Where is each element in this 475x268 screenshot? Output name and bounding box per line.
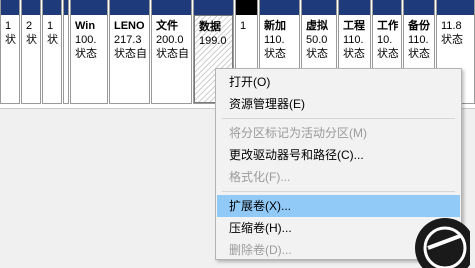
partition-info: 199.0 [199, 35, 227, 47]
partition-body: 文件 200.0 状态自 [152, 15, 191, 103]
partition-bar [339, 0, 370, 15]
partition-info: 1 [47, 20, 54, 32]
partition-title: 新加 [264, 20, 286, 32]
partition-info: 状态 [377, 48, 398, 60]
partition-bar [1, 0, 19, 15]
menu-item[interactable]: 格式化(F)... [217, 166, 460, 188]
partition-body: 2状 [22, 15, 40, 103]
menu-divider [222, 191, 455, 192]
partition-title: 数据 [199, 21, 221, 33]
partition-bar [43, 0, 61, 15]
partition-4[interactable]: Win 100. 状态 [70, 0, 108, 104]
partition-0[interactable]: 1状 [0, 0, 20, 104]
partition-info: 状 [5, 34, 16, 46]
partition-bar [260, 0, 299, 15]
partition-info: 100. [75, 34, 97, 46]
partition-info: 状态 [306, 48, 328, 60]
menu-item[interactable]: 将分区标记为活动分区(M) [217, 122, 460, 144]
partition-info: 状 [26, 34, 37, 46]
partition-info: 状 [47, 34, 58, 46]
partition-title: 虚拟 [306, 20, 328, 32]
partition-info: 110. [408, 34, 429, 46]
watermark-logo [415, 218, 470, 268]
partition-6[interactable]: 文件 200.0 状态自 [151, 0, 192, 104]
partition-bar [373, 0, 401, 15]
partition-info: 1 [5, 20, 12, 32]
partition-title: 工程 [343, 20, 365, 32]
partition-title: Win [75, 20, 96, 32]
menu-divider [222, 118, 455, 119]
partition-info: 状态 [75, 48, 97, 60]
partition-1[interactable]: 2状 [21, 0, 41, 104]
partition-2[interactable]: 1状 [42, 0, 62, 104]
partition-info: 状态 [408, 48, 430, 60]
partition-bar [22, 0, 40, 15]
partition-info: 11.8 [441, 20, 462, 32]
partition-info: 状态 [343, 48, 365, 60]
partition-info: 2 [26, 20, 33, 32]
partition-body: Win 100. 状态 [71, 15, 107, 103]
partition-info: 1 [240, 20, 247, 32]
partition-info: 状态 [441, 34, 463, 46]
partition-body: LENO 217.3 状态自 [110, 15, 149, 103]
partition-info: 110. [264, 34, 285, 46]
menu-item[interactable]: 更改驱动器号和路径(C)... [217, 144, 460, 166]
partition-bar [64, 0, 68, 15]
partition-info: 200.0 [156, 34, 184, 46]
partition-body: 1状 [43, 15, 61, 103]
partition-body: 1状 [64, 15, 68, 103]
menu-item[interactable]: 打开(O) [217, 71, 460, 93]
partition-bar [194, 0, 233, 15]
partition-info: 10. [377, 34, 393, 46]
partition-bar [404, 0, 434, 15]
partition-bar [302, 0, 336, 15]
partition-title: 工作 [377, 20, 398, 32]
partition-5[interactable]: LENO 217.3 状态自 [109, 0, 150, 104]
partition-bar [152, 0, 191, 15]
partition-info: 状态 [264, 48, 286, 60]
partition-bar [71, 0, 107, 15]
partition-info: 50.0 [306, 34, 328, 46]
partition-title: 文件 [156, 20, 178, 32]
partition-info: 217.3 [114, 34, 142, 46]
partition-title: LENO [114, 20, 145, 32]
partition-bar [437, 0, 474, 15]
partition-title: 备份 [408, 20, 430, 32]
partition-info: 状态自 [156, 48, 188, 60]
menu-item[interactable]: 资源管理器(E) [217, 93, 460, 115]
partition-bar [110, 0, 149, 15]
partition-3[interactable]: 1状 [63, 0, 69, 104]
partition-bar [236, 0, 257, 15]
partition-info: 110. [343, 34, 364, 46]
partition-body: 1状 [1, 15, 19, 103]
partition-info: 状态自 [114, 48, 146, 60]
